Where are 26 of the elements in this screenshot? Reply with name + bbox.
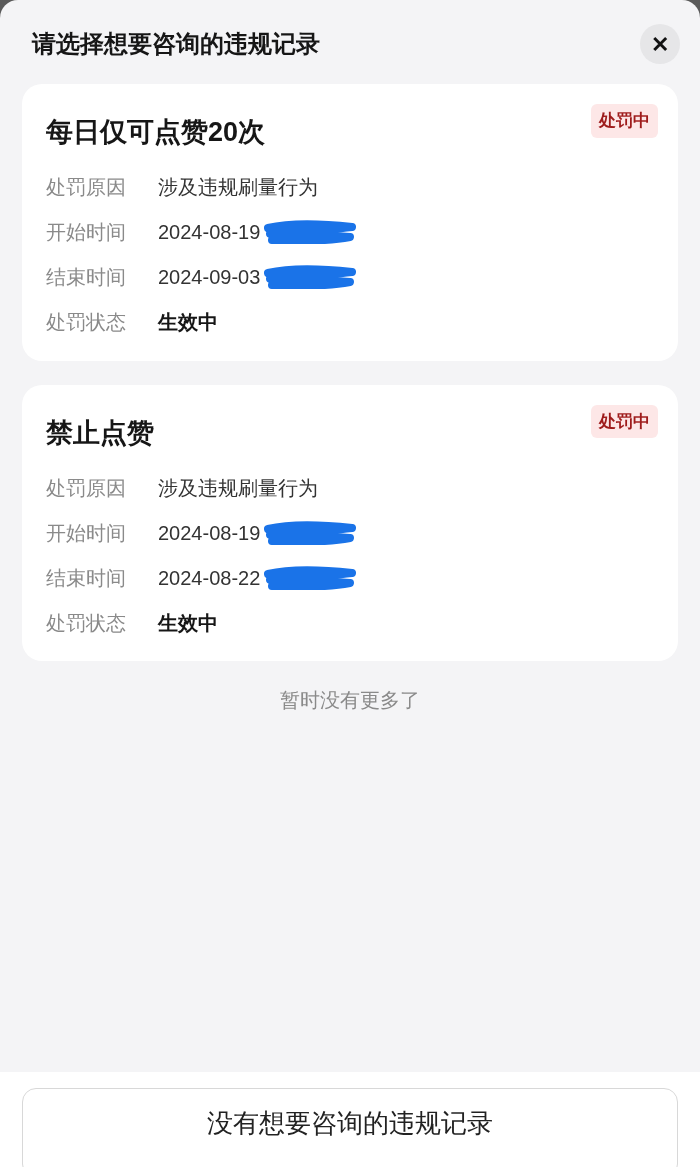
- field-label: 开始时间: [46, 520, 127, 546]
- field-value: 2024-08-19: [158, 520, 261, 546]
- record-title: 每日仅可点赞20次: [46, 116, 266, 149]
- field-label: 处罚状态: [46, 310, 127, 335]
- field-value: 生效中: [158, 610, 218, 636]
- field-value: 涉及违规刷量行为: [158, 475, 318, 501]
- field-value: 2024-08-22: [158, 565, 261, 591]
- end-note: 暂时没有更多了: [280, 688, 420, 713]
- sheet-title: 请选择想要咨询的违规记录: [32, 29, 320, 59]
- no-record-button[interactable]: 没有想要咨询的违规记录: [22, 1088, 678, 1167]
- field-label: 结束时间: [46, 565, 127, 591]
- close-button[interactable]: ✕: [640, 24, 680, 64]
- field-label: 处罚状态: [46, 610, 127, 636]
- record-title: 禁止点赞: [46, 416, 154, 450]
- field-value: 生效中: [158, 310, 218, 335]
- field-value: 2024-09-03: [158, 265, 261, 290]
- status-badge: 处罚中: [591, 104, 658, 138]
- field-label: 结束时间: [46, 265, 127, 290]
- field-label: 处罚原因: [46, 175, 127, 200]
- field-label: 处罚原因: [46, 475, 127, 501]
- record-card[interactable]: 每日仅可点赞20次 处罚中 处罚原因 涉及违规刷量行为 开始时间 2024-08-19 结束时间 2024-09-03 处罚状态 生效中: [22, 84, 678, 361]
- field-label: 开始时间: [46, 220, 127, 245]
- status-badge: 处罚中: [591, 404, 658, 438]
- field-value: 涉及违规刷量行为: [158, 175, 318, 200]
- record-card[interactable]: 禁止点赞 处罚中 处罚原因 涉及违规刷量行为 开始时间 2024-08-19 结束时间 2024-08-22 处罚状态 生效中: [22, 384, 678, 661]
- field-value: 2024-08-19: [158, 220, 261, 245]
